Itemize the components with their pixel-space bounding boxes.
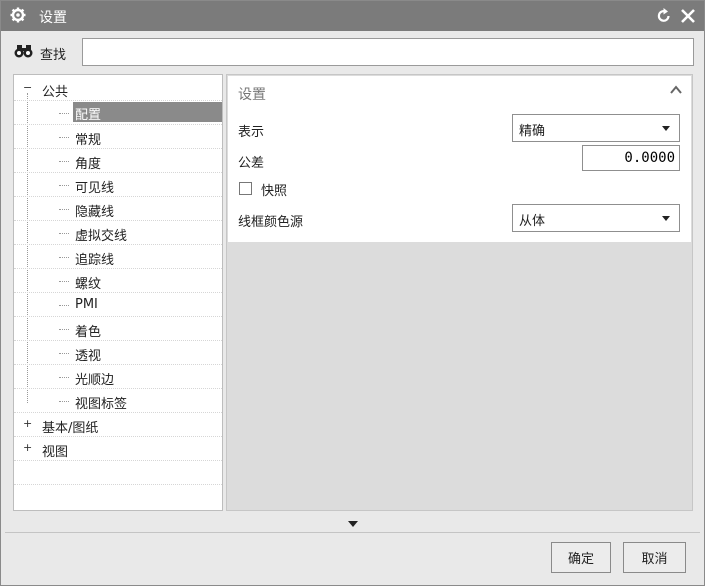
gear-icon	[10, 7, 26, 23]
group-title: 设置	[238, 87, 266, 103]
expand-dialog-icon[interactable]	[348, 521, 358, 527]
snapshot-label: 快照	[261, 184, 288, 199]
tree-item-view-label[interactable]: 视图标签	[14, 389, 222, 413]
tree-item-label: 配置	[73, 102, 222, 123]
chevron-down-icon	[662, 216, 670, 221]
wire-color-source-label: 线框颜色源	[238, 215, 304, 230]
chevron-down-icon	[662, 126, 670, 131]
collapse-icon[interactable]: −	[23, 82, 32, 93]
tree-item-label: 着色	[75, 325, 102, 340]
category-tree: − 公共 配置 常规 角度 可见线 隐藏线 虚拟交线 追踪线 螺纹 PMI 着色…	[13, 74, 223, 511]
tree-item-label: 公共	[42, 85, 69, 100]
window-title: 设置	[39, 10, 67, 26]
tree-item-label: 角度	[75, 157, 102, 172]
close-icon[interactable]	[680, 7, 696, 25]
expand-icon[interactable]: +	[23, 418, 32, 429]
tree-item-label: 可见线	[75, 181, 115, 196]
tree-item-virtual-intersection[interactable]: 虚拟交线	[14, 221, 222, 245]
tree-item-smooth-edges[interactable]: 光顺边	[14, 365, 222, 389]
tree-item-label: 基本/图纸	[42, 421, 99, 436]
tree-item-trace-lines[interactable]: 追踪线	[14, 245, 222, 269]
tolerance-label: 公差	[238, 156, 265, 171]
tree-item-basic-drawing[interactable]: + 基本/图纸	[14, 413, 222, 437]
search-input[interactable]	[82, 38, 694, 66]
tree-item-label: 隐藏线	[75, 205, 115, 220]
tree-item-label: 常规	[75, 133, 102, 148]
display-dropdown[interactable]: 精确	[512, 114, 680, 142]
tree-item-hidden-lines[interactable]: 隐藏线	[14, 197, 222, 221]
tree-empty-row	[14, 461, 222, 485]
tree-item-config[interactable]: 配置	[14, 101, 222, 125]
tree-item-pmi[interactable]: PMI	[14, 293, 222, 317]
ok-button[interactable]: 确定	[551, 542, 611, 573]
tree-item-label: 光顺边	[75, 373, 115, 388]
settings-group: 设置 表示 精确 公差 快照 线框颜色源 从体	[228, 76, 691, 242]
settings-panel: 设置 表示 精确 公差 快照 线框颜色源 从体	[226, 74, 693, 511]
tolerance-input[interactable]	[582, 145, 680, 171]
snapshot-checkbox[interactable]	[239, 182, 252, 195]
tree-item-label: 螺纹	[75, 277, 102, 292]
settings-dialog: 设置 查找 − 公共 配置 常规 角度 可见线 隐藏线 虚拟交线 追踪线 螺纹 …	[0, 0, 705, 586]
tree-item-perspective[interactable]: 透视	[14, 341, 222, 365]
tree-item-thread[interactable]: 螺纹	[14, 269, 222, 293]
tree-item-label: 视图	[42, 445, 69, 460]
wire-color-source-value: 从体	[519, 214, 546, 229]
footer-divider	[5, 532, 700, 533]
tree-item-view[interactable]: + 视图	[14, 437, 222, 461]
tree-item-label: 追踪线	[75, 253, 115, 268]
tree-item-label: PMI	[75, 297, 98, 312]
binoculars-icon	[14, 45, 33, 58]
tree-item-label: 虚拟交线	[75, 229, 128, 244]
expand-icon[interactable]: +	[23, 442, 32, 453]
reset-icon[interactable]	[656, 7, 672, 25]
title-bar: 设置	[1, 1, 704, 31]
tree-item-general[interactable]: 常规	[14, 125, 222, 149]
wire-color-source-dropdown[interactable]: 从体	[512, 204, 680, 232]
tree-item-label: 透视	[75, 349, 102, 364]
tree-item-common[interactable]: − 公共	[14, 77, 222, 101]
search-label: 查找	[40, 48, 67, 63]
display-value: 精确	[519, 124, 546, 139]
chevron-up-icon[interactable]	[669, 84, 683, 96]
cancel-button[interactable]: 取消	[623, 542, 686, 573]
display-label: 表示	[238, 125, 265, 140]
tree-item-shading[interactable]: 着色	[14, 317, 222, 341]
tree-item-visible-lines[interactable]: 可见线	[14, 173, 222, 197]
tree-item-label: 视图标签	[75, 397, 128, 412]
tree-item-angle[interactable]: 角度	[14, 149, 222, 173]
